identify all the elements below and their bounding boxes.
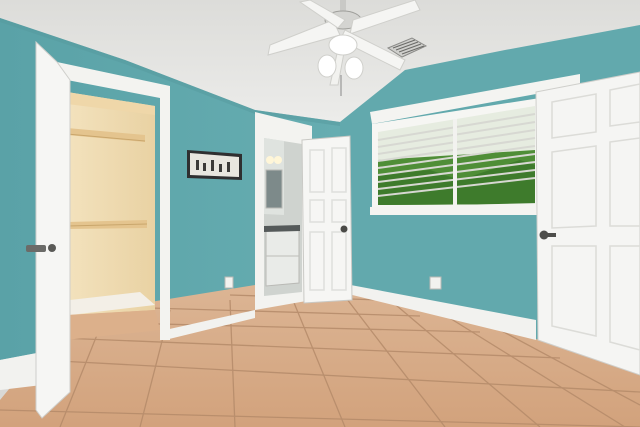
bathroom-doorway	[255, 112, 353, 310]
room-illustration	[0, 0, 640, 427]
bedroom-door	[535, 71, 640, 376]
framed-wall-art	[187, 150, 242, 180]
bedroom-photo	[0, 0, 640, 427]
